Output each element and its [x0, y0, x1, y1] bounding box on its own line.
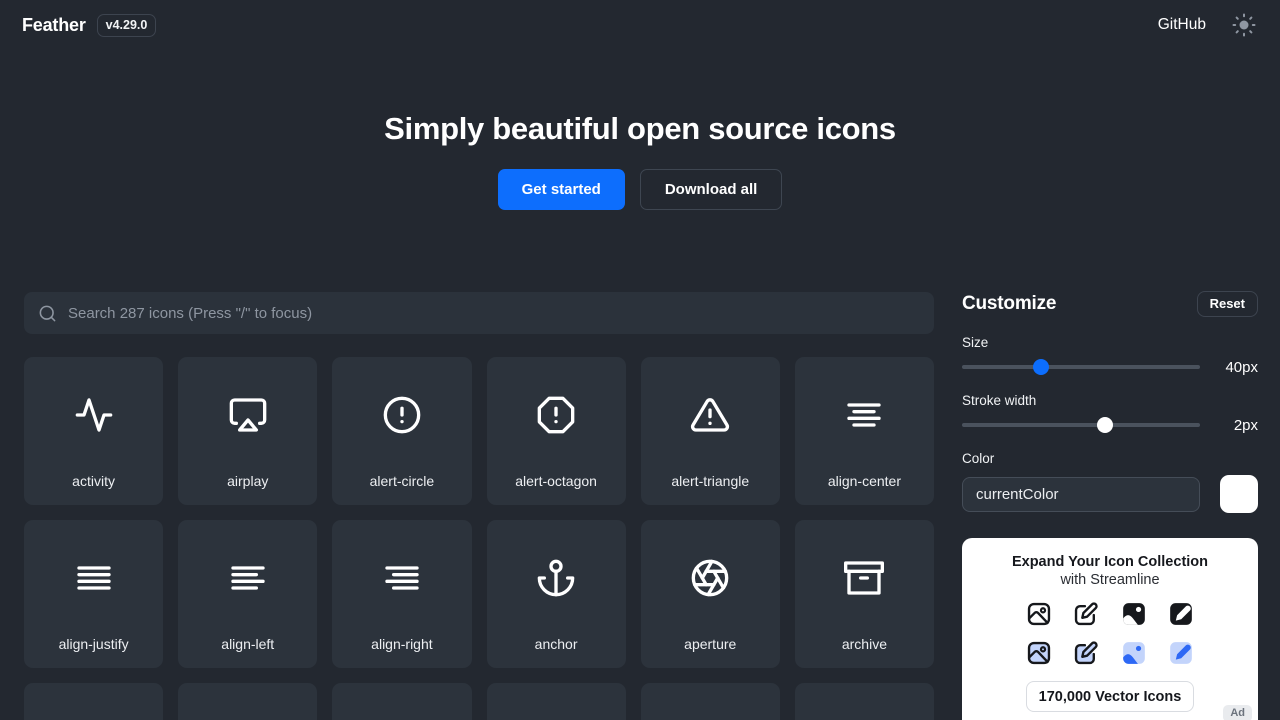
activity-icon — [75, 398, 112, 432]
icon-card-align-justify[interactable]: align-justify — [24, 520, 164, 668]
airplay-icon — [229, 398, 267, 432]
align-center-icon — [847, 403, 882, 427]
size-label: Size — [962, 335, 989, 350]
ad-badge: Ad — [1223, 705, 1252, 720]
icon-card-alert-octagon[interactable]: alert-octagon — [486, 357, 626, 505]
github-link[interactable]: GitHub — [1158, 16, 1206, 34]
ad-subtitle: with Streamline — [1060, 572, 1160, 588]
ad-title: Expand Your Icon Collection — [1011, 554, 1209, 570]
page-title: Simply beautiful open source icons — [384, 111, 896, 146]
image-outline-blue-icon — [1026, 640, 1052, 666]
download-all-button[interactable]: Download all — [639, 169, 783, 210]
stroke-slider-row: 2px — [962, 416, 1258, 434]
align-justify-icon — [76, 566, 111, 590]
ad-icon-grid — [1015, 601, 1205, 666]
image-solid-icon — [1121, 601, 1147, 627]
icon-label: activity — [72, 473, 115, 489]
stroke-width-slider-thumb[interactable] — [1096, 417, 1113, 433]
icon-card-alert-triangle[interactable]: alert-triangle — [640, 357, 780, 505]
image-outline-icon — [1026, 601, 1052, 627]
icon-label: aperture — [684, 636, 737, 652]
aperture-icon — [691, 559, 729, 597]
icon-label: archive — [841, 636, 887, 652]
stroke-width-value: 2px — [1233, 416, 1258, 434]
icon-card-archive[interactable]: archive — [794, 520, 934, 668]
size-slider-row: 40px — [962, 358, 1258, 376]
icon-label: anchor — [534, 636, 578, 652]
size-value: 40px — [1225, 358, 1258, 376]
icon-card-aperture[interactable]: aperture — [640, 520, 780, 668]
alert-triangle-icon — [691, 398, 730, 432]
icon-card-partial[interactable] — [178, 683, 318, 720]
icon-card-activity[interactable]: activity — [24, 357, 164, 505]
icon-card-partial[interactable] — [794, 683, 934, 720]
customize-panel: Customize Reset Size 40px Stroke width 2… — [962, 291, 1258, 513]
icon-card-airplay[interactable]: airplay — [178, 357, 318, 505]
icon-card-align-right[interactable]: align-right — [332, 520, 472, 668]
icon-card-partial[interactable] — [24, 683, 164, 720]
alert-circle-icon — [383, 396, 421, 434]
icon-card-partial[interactable] — [486, 683, 626, 720]
search-input[interactable] — [68, 304, 920, 322]
icon-label: align-right — [371, 636, 433, 652]
version-badge: v4.29.0 — [96, 13, 157, 37]
sun-icon[interactable] — [1232, 13, 1256, 37]
stroke-width-slider[interactable] — [962, 417, 1200, 433]
edit-solid-icon — [1168, 601, 1194, 627]
icon-card-align-center[interactable]: align-center — [794, 357, 934, 505]
icon-label: alert-triangle — [671, 473, 750, 489]
icon-card-anchor[interactable]: anchor — [486, 520, 626, 668]
icon-label: airplay — [227, 473, 269, 489]
icon-card-partial[interactable] — [332, 683, 472, 720]
stroke-width-slider-track[interactable] — [962, 423, 1200, 427]
icon-card-align-left[interactable]: align-left — [178, 520, 318, 668]
color-input[interactable] — [962, 476, 1200, 512]
stroke-width-label: Stroke width — [962, 393, 1037, 408]
icon-card-alert-circle[interactable]: alert-circle — [332, 357, 472, 505]
get-started-button[interactable]: Get started — [497, 169, 625, 210]
size-slider-thumb[interactable] — [1032, 359, 1049, 375]
icon-label: alert-circle — [369, 473, 435, 489]
align-left-icon — [231, 566, 265, 590]
icon-label: align-center — [827, 473, 901, 489]
edit-solid-blue-icon — [1168, 640, 1194, 666]
icon-label: alert-octagon — [515, 473, 597, 489]
color-swatch[interactable] — [1220, 475, 1258, 513]
customize-title: Customize — [962, 293, 1057, 314]
anchor-icon — [537, 559, 575, 597]
ad-vector-icons-button[interactable]: 170,000 Vector Icons — [1026, 681, 1194, 712]
edit-outline-icon — [1073, 601, 1099, 627]
color-label: Color — [962, 451, 995, 466]
image-solid-blue-icon — [1121, 640, 1147, 666]
feather-page: Feather v4.29.0 GitHub Simply beautiful … — [0, 0, 1280, 720]
ad-card[interactable]: Expand Your Icon Collection with Streaml… — [962, 538, 1258, 720]
hero-buttons: Get started Download all — [0, 169, 1280, 210]
header: Feather v4.29.0 GitHub — [0, 0, 1280, 50]
size-slider[interactable] — [962, 359, 1200, 375]
icon-grid: activity airplay alert-circle alert-octagon… — [24, 357, 934, 720]
color-row — [962, 475, 1258, 513]
size-slider-track[interactable] — [962, 365, 1200, 369]
header-nav: GitHub — [1158, 13, 1256, 37]
search-icon — [39, 305, 56, 321]
customize-header: Customize Reset — [962, 291, 1258, 317]
icon-label: align-justify — [58, 636, 129, 652]
brand-wrap: Feather v4.29.0 — [22, 13, 157, 37]
icon-label: align-left — [221, 636, 275, 652]
alert-octagon-icon — [537, 396, 575, 434]
search-bar — [24, 292, 934, 334]
align-right-icon — [385, 566, 419, 590]
brand-logo[interactable]: Feather — [22, 15, 86, 36]
archive-icon — [844, 561, 885, 595]
reset-button[interactable]: Reset — [1196, 291, 1258, 317]
edit-outline-blue-icon — [1073, 640, 1099, 666]
icon-card-partial[interactable] — [640, 683, 780, 720]
